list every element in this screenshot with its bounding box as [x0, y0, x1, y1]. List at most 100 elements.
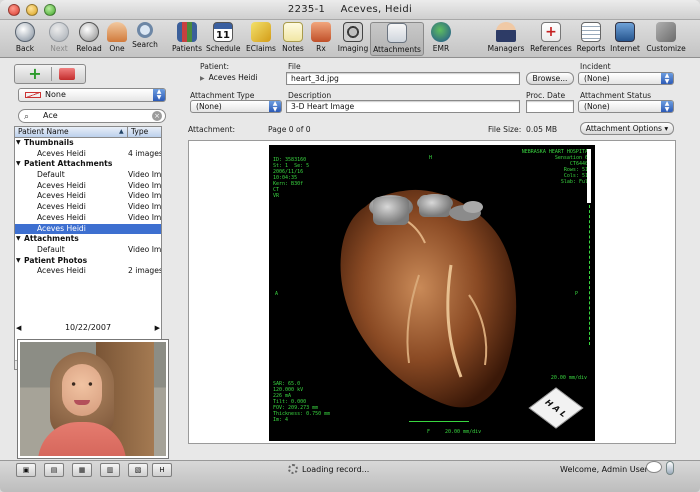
- column-header-type[interactable]: Type: [127, 127, 148, 137]
- disclosure-triangle-icon[interactable]: ▼: [16, 159, 21, 170]
- schedule-button[interactable]: 11 Schedule: [206, 22, 240, 56]
- clear-search-icon[interactable]: ×: [152, 111, 162, 121]
- description-field[interactable]: 3-D Heart Image: [286, 100, 520, 113]
- tree-row-name: Aceves Heidi: [37, 148, 86, 158]
- tree-row-name: Aceves Heidi: [37, 266, 86, 276]
- reload-icon: [79, 22, 99, 42]
- disclosure-triangle-icon[interactable]: ▼: [16, 234, 21, 245]
- tree-row-name: Patient Attachments: [24, 159, 113, 169]
- loading-spinner-icon: [288, 464, 298, 474]
- next-photo-icon[interactable]: ▶: [155, 322, 160, 334]
- view-mode-5-button[interactable]: ▧: [128, 463, 148, 477]
- reports-button[interactable]: Reports: [574, 22, 608, 56]
- rx-button[interactable]: Rx: [304, 22, 338, 56]
- image-viewer[interactable]: ID: 3583160 St: 1 Se: 5 2006/11/16 10:04…: [188, 140, 676, 444]
- scan-metadata-bottom-left: SAR: 65.0 120.000 kV 226 mA Tilt: 0.000 …: [273, 381, 331, 423]
- marker-right: P: [575, 291, 579, 297]
- tree-group-row[interactable]: Thumbnails ▼: [15, 138, 161, 149]
- view-mode-1-button[interactable]: ▣: [16, 463, 36, 477]
- internet-button[interactable]: Internet: [608, 22, 642, 56]
- remove-button[interactable]: [59, 68, 75, 80]
- file-field[interactable]: heart_3d.jpg: [286, 72, 520, 85]
- column-header-name[interactable]: Patient Name: [18, 127, 69, 137]
- view-mode-2-button[interactable]: ▤: [44, 463, 64, 477]
- previous-photo-icon[interactable]: ◀: [16, 322, 21, 334]
- browse-button[interactable]: Browse...: [526, 72, 574, 85]
- window-title: 2235-1 Aceves, Heidi: [0, 4, 700, 15]
- customize-icon: [656, 22, 676, 42]
- customize-button[interactable]: Customize: [644, 22, 688, 56]
- scale-bottom: 20.00 mm/div: [445, 429, 482, 435]
- eclaims-icon: [251, 22, 271, 42]
- tree-row[interactable]: Aceves Heidi 4 images: [15, 149, 161, 160]
- tree-row-type: Video Im: [128, 180, 162, 190]
- next-button[interactable]: Next: [42, 22, 76, 56]
- status-message: Loading record...: [302, 465, 370, 474]
- incident-select[interactable]: (None) ▲ ▼: [578, 72, 674, 85]
- notes-icon: [283, 22, 303, 42]
- tree-row-name: Aceves Heidi: [37, 180, 86, 190]
- scan-metadata-top-right: NEBRASKA HEART HOSPITALSensation 64 CT64…: [521, 149, 591, 185]
- eclaims-button[interactable]: EClaims: [244, 22, 278, 56]
- view-indicator: [587, 149, 591, 203]
- tree-group-row[interactable]: Patient Attachments ▼: [15, 159, 161, 170]
- tree-row[interactable]: Default Video Im: [15, 245, 161, 256]
- scale-right: 20.00 mm/div: [550, 375, 587, 381]
- tree-group-row[interactable]: Patient Photos ▼: [15, 256, 161, 267]
- window-title-name: Aceves, Heidi: [340, 4, 413, 15]
- disclosure-triangle-icon[interactable]: ▼: [16, 138, 21, 149]
- app-window: 2235-1 Aceves, Heidi Back Next Reload On…: [0, 0, 700, 492]
- managers-button[interactable]: Managers: [484, 22, 528, 56]
- tree-row-name: Default: [37, 244, 65, 254]
- search-input[interactable]: ⌕ Ace ×: [18, 109, 166, 123]
- tree-row-type: 2 images: [128, 266, 162, 276]
- no-filter-icon: [25, 91, 41, 98]
- tree-row[interactable]: Aceves Heidi Video Im: [15, 191, 161, 202]
- disclosure-triangle-icon[interactable]: ▼: [16, 256, 21, 267]
- chevron-down-icon: ▾: [664, 124, 669, 133]
- info-icon[interactable]: [666, 461, 674, 475]
- emr-button[interactable]: EMR: [424, 22, 458, 56]
- attachment-options-button[interactable]: Attachment Options ▾: [580, 122, 674, 135]
- imaging-button[interactable]: Imaging: [336, 22, 370, 56]
- tree-row[interactable]: Aceves Heidi Video Im: [15, 181, 161, 192]
- attachment-type-select[interactable]: (None) ▲ ▼: [190, 100, 282, 113]
- attachments-icon: [387, 23, 407, 43]
- attachments-button[interactable]: Attachments: [370, 22, 424, 56]
- references-button[interactable]: References: [528, 22, 574, 56]
- next-arrow-icon: [49, 22, 69, 42]
- attachment-label: Attachment:: [188, 125, 236, 134]
- filter-select[interactable]: None ▲ ▼: [18, 88, 166, 102]
- tree-row-name: Default: [37, 170, 65, 180]
- internet-icon: [615, 22, 635, 42]
- marker-left: A: [275, 291, 279, 297]
- photo-date: 10/22/2007: [64, 323, 112, 332]
- tree-row[interactable]: Aceves Heidi: [15, 223, 161, 235]
- tree-group-row[interactable]: Attachments ▼: [15, 234, 161, 245]
- tree-row[interactable]: Aceves Heidi 2 images: [15, 266, 161, 277]
- search-button[interactable]: Search: [128, 22, 162, 56]
- attachment-status-select[interactable]: (None) ▲ ▼: [578, 100, 674, 113]
- tree-row[interactable]: Aceves Heidi Video Im: [15, 202, 161, 213]
- history-button[interactable]: H: [152, 463, 172, 477]
- search-icon: [137, 22, 153, 38]
- tree-row[interactable]: Aceves Heidi Video Im: [15, 213, 161, 224]
- chevron-updown-icon: ▲ ▼: [661, 73, 673, 85]
- tree-row[interactable]: Default Video Im: [15, 170, 161, 181]
- tree-row-name: Thumbnails: [24, 138, 74, 147]
- page-info: Page 0 of 0: [268, 125, 311, 134]
- back-button[interactable]: Back: [8, 22, 42, 56]
- tree-row-name: Aceves Heidi: [37, 223, 86, 233]
- patient-value[interactable]: Aceves Heidi: [200, 73, 258, 82]
- add-button[interactable]: +: [27, 66, 43, 82]
- chat-icon[interactable]: [646, 461, 662, 473]
- tree-row-name: Aceves Heidi: [37, 212, 86, 222]
- proc-date-field[interactable]: [526, 100, 574, 113]
- marker-bottom: F: [427, 429, 431, 435]
- view-mode-3-button[interactable]: ▦: [72, 463, 92, 477]
- ct-heart-image: ID: 3583160 St: 1 Se: 5 2006/11/16 10:04…: [269, 145, 595, 441]
- proc-date-label: Proc. Date: [526, 91, 566, 100]
- tree-row-type: Video Im: [128, 212, 162, 222]
- view-mode-4-button[interactable]: ▥: [100, 463, 120, 477]
- patients-button[interactable]: Patients: [170, 22, 204, 56]
